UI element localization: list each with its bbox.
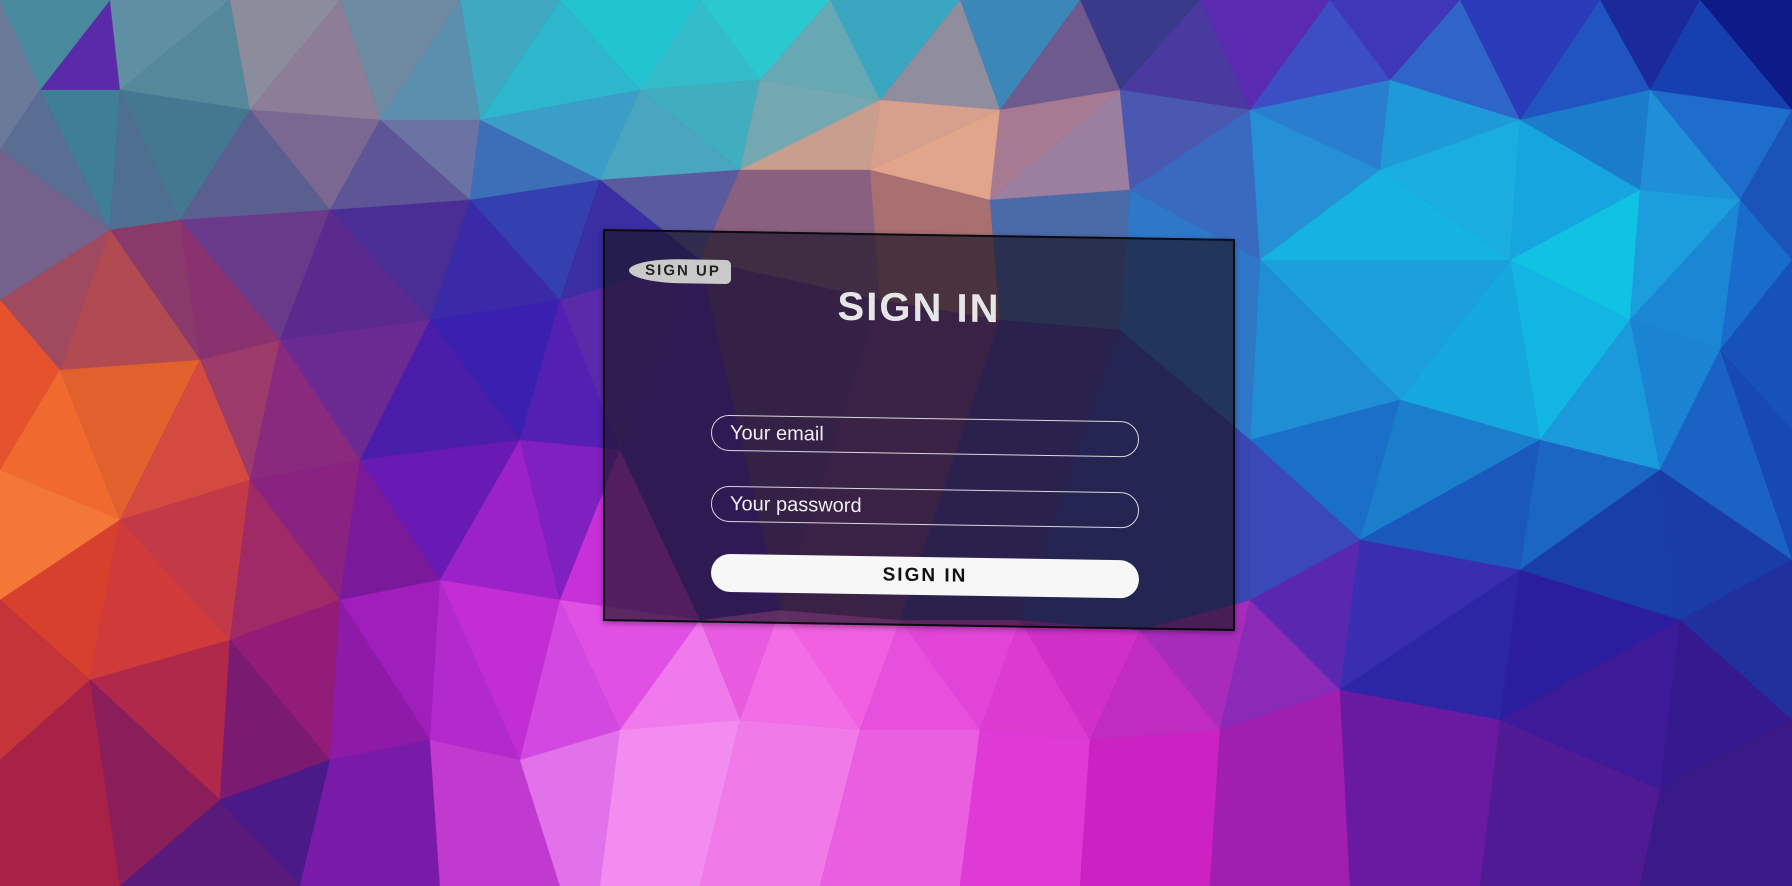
sign-in-button[interactable]: SIGN IN (711, 553, 1139, 599)
sign-up-button[interactable]: SIGN UP (629, 258, 731, 285)
email-input[interactable] (711, 414, 1139, 458)
sign-in-panel: SIGN UP SIGN IN SIGN IN (603, 229, 1235, 631)
page-title: SIGN IN (837, 284, 1001, 332)
page: SIGN UP SIGN IN SIGN IN (0, 0, 1792, 886)
password-input[interactable] (711, 485, 1139, 529)
